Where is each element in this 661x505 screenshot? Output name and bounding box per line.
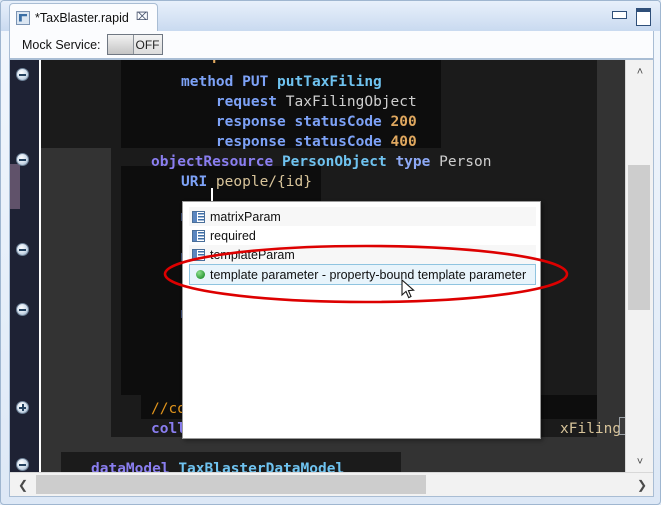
vertical-scrollbar[interactable]: ˄ ˅ bbox=[625, 60, 653, 474]
fold-collapse-icon[interactable] bbox=[16, 458, 29, 471]
code-token: Person bbox=[439, 154, 492, 170]
autocomplete-list[interactable]: matrixParam required templateParam template… bbox=[189, 207, 536, 285]
property-list-icon bbox=[192, 248, 205, 261]
scroll-left-icon[interactable]: ❮ bbox=[12, 475, 34, 495]
editor-tab[interactable]: *TaxBlaster.rapid ⌧ bbox=[9, 3, 158, 31]
autocomplete-item-label: templateParam bbox=[210, 247, 295, 262]
code-line: response statusCode 200 bbox=[151, 60, 387, 66]
mock-service-toggle[interactable]: OFF bbox=[106, 34, 163, 55]
code-token: objectResource bbox=[151, 154, 282, 170]
autocomplete-item[interactable]: required bbox=[189, 226, 536, 245]
autocomplete-item[interactable]: matrixParam bbox=[189, 207, 536, 226]
code-line: objectResource PersonObject type Person bbox=[151, 152, 492, 172]
autocomplete-item-label: template parameter - property-bound temp… bbox=[210, 267, 527, 282]
autocomplete-item[interactable]: templateParam bbox=[189, 245, 536, 264]
rapid-file-icon bbox=[16, 10, 30, 25]
code-token: 400 bbox=[390, 134, 417, 150]
fold-collapse-icon[interactable] bbox=[16, 153, 29, 166]
maximize-button[interactable] bbox=[635, 8, 651, 26]
code-token: xFiling bbox=[560, 421, 622, 437]
code-line: response statusCode 200 bbox=[181, 112, 417, 132]
minimize-button[interactable] bbox=[611, 8, 627, 20]
code-token: TaxFilingObject bbox=[285, 94, 417, 110]
close-icon[interactable]: ⌧ bbox=[136, 12, 149, 23]
editor-window: *TaxBlaster.rapid ⌧ Mock Service: OFF me… bbox=[0, 0, 661, 505]
tab-title: *TaxBlaster.rapid bbox=[35, 10, 129, 25]
editor-gutter bbox=[10, 60, 39, 474]
toggle-knob[interactable] bbox=[107, 35, 134, 54]
code-token: response statusCode 200 bbox=[151, 60, 387, 64]
horizontal-scrollbar[interactable]: ❮ ❯ bbox=[10, 472, 653, 496]
autocomplete-popup[interactable]: matrixParam required templateParam template… bbox=[182, 201, 541, 439]
code-token: putTaxFiling bbox=[277, 74, 382, 90]
title-bar: *TaxBlaster.rapid ⌧ bbox=[1, 1, 660, 31]
scroll-right-icon[interactable]: ❯ bbox=[631, 475, 653, 495]
scroll-down-icon[interactable]: ˅ bbox=[629, 452, 651, 472]
code-line: request TaxFilingObject bbox=[181, 92, 417, 112]
fold-collapse-icon[interactable] bbox=[16, 243, 29, 256]
scroll-up-icon[interactable]: ˄ bbox=[629, 62, 651, 82]
autocomplete-item-label: required bbox=[210, 228, 256, 243]
code-line: xFiling bbox=[560, 419, 621, 439]
fold-expand-icon[interactable] bbox=[16, 401, 29, 414]
code-token: PUT bbox=[242, 74, 278, 90]
changed-lines-marker bbox=[10, 164, 20, 209]
horizontal-scroll-thumb[interactable] bbox=[36, 475, 426, 494]
vertical-scroll-thumb[interactable] bbox=[628, 165, 650, 310]
property-list-icon bbox=[192, 210, 205, 223]
code-token: method bbox=[181, 74, 243, 90]
toolbar: Mock Service: OFF bbox=[9, 31, 654, 59]
code-token: 200 bbox=[390, 114, 417, 130]
fold-collapse-icon[interactable] bbox=[16, 68, 29, 81]
mock-service-label: Mock Service: bbox=[22, 37, 101, 52]
code-token: people/{id} bbox=[215, 174, 312, 190]
code-line: URI people/{id} bbox=[181, 172, 312, 192]
toggle-state-label: OFF bbox=[133, 35, 162, 54]
code-token: response statusCode bbox=[181, 134, 391, 150]
autocomplete-item[interactable]: template parameter - property-bound temp… bbox=[189, 264, 536, 285]
code-token: PersonObject bbox=[281, 154, 396, 170]
code-token: request bbox=[181, 94, 286, 110]
property-list-icon bbox=[192, 229, 205, 242]
code-token: response statusCode bbox=[181, 114, 391, 130]
code-token: type bbox=[395, 154, 440, 170]
green-dot-icon bbox=[196, 270, 205, 279]
autocomplete-item-label: matrixParam bbox=[210, 209, 281, 224]
fold-collapse-icon[interactable] bbox=[16, 303, 29, 316]
code-line: method PUT putTaxFiling bbox=[181, 72, 382, 92]
code-line: response statusCode 400 bbox=[181, 132, 417, 152]
